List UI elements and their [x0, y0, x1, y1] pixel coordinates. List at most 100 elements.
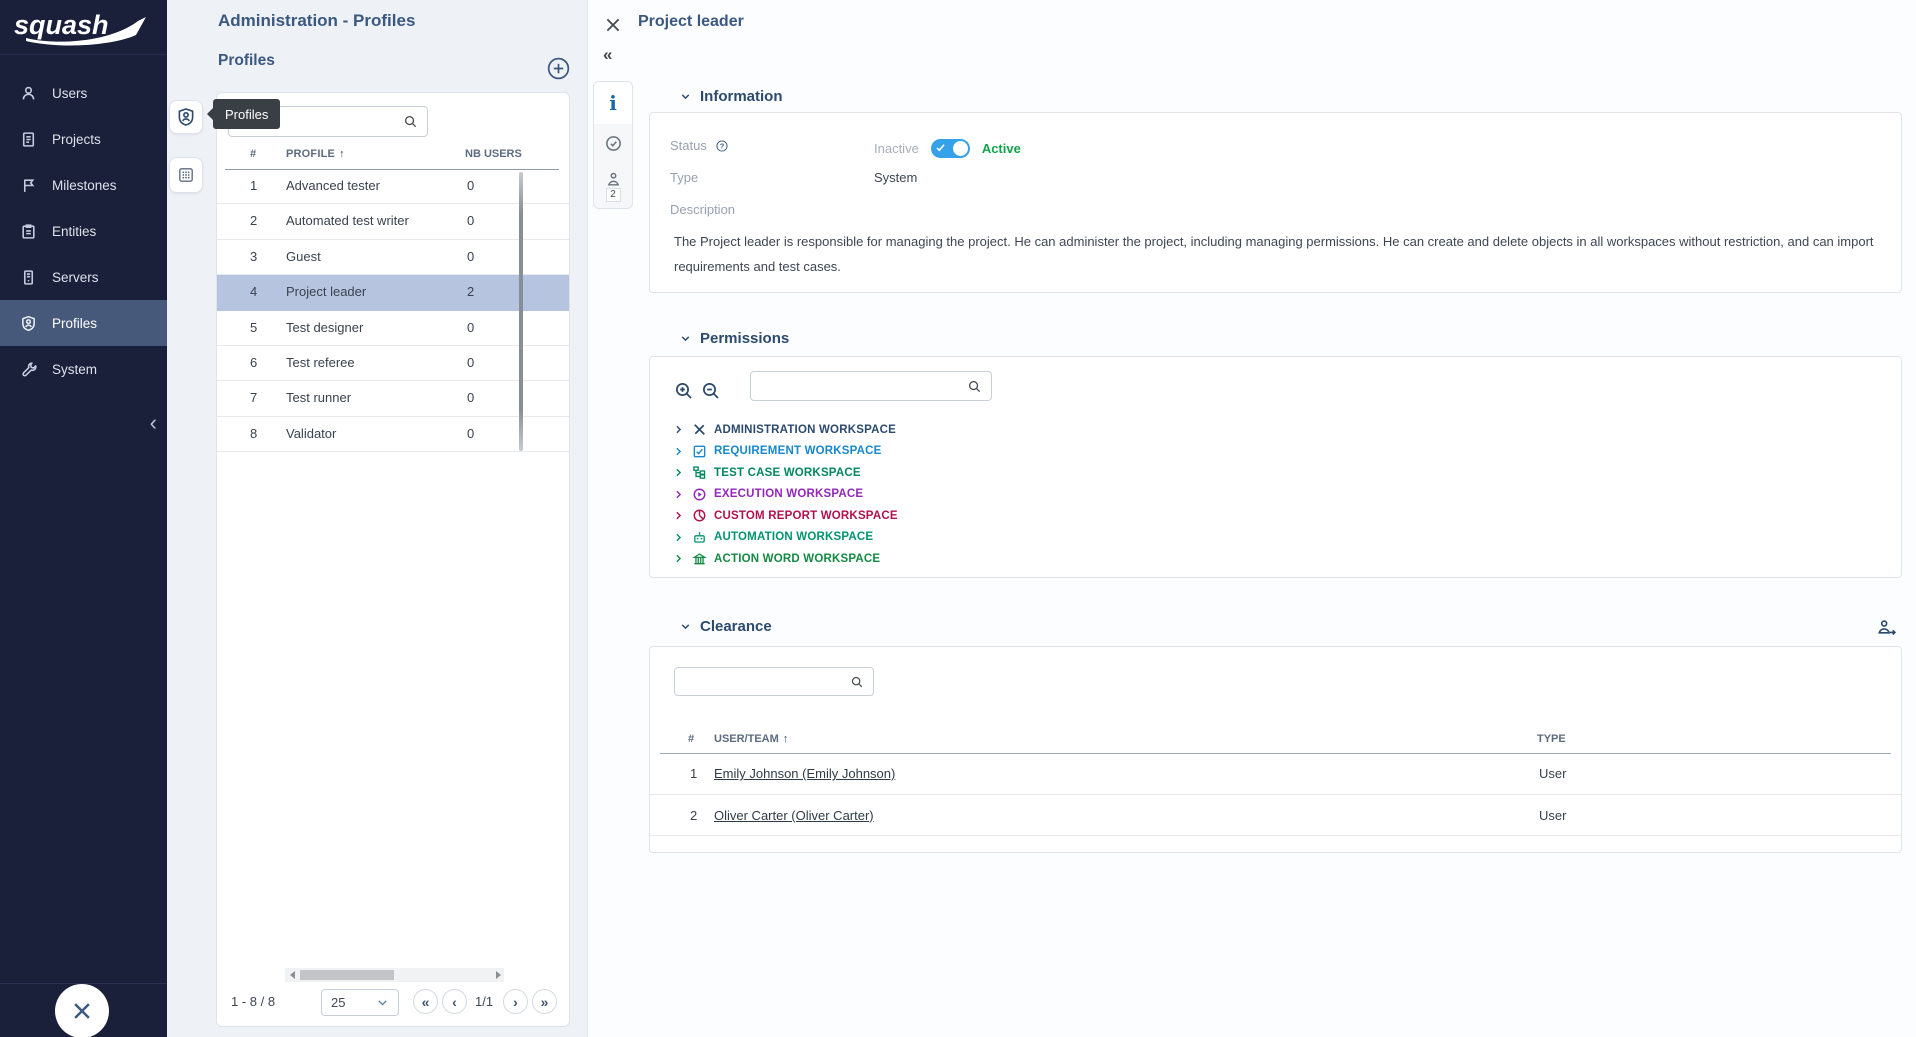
- chevron-right-icon[interactable]: [672, 552, 685, 565]
- table-row[interactable]: 5Test designer0: [217, 311, 569, 346]
- next-page-button[interactable]: ›: [503, 989, 528, 1014]
- toggle-knob: [953, 141, 968, 156]
- add-profile-button[interactable]: [546, 56, 571, 81]
- scroll-left-icon[interactable]: [285, 968, 299, 982]
- pie-chart-icon: [692, 508, 707, 523]
- help-icon[interactable]: ?: [715, 139, 729, 153]
- sidebar-item-servers[interactable]: Servers: [0, 254, 167, 300]
- clearance-section-header[interactable]: Clearance: [679, 618, 772, 635]
- scroll-right-icon[interactable]: [496, 971, 501, 979]
- table-row[interactable]: 8Validator0: [217, 417, 569, 452]
- sidebar-item-projects[interactable]: Projects: [0, 116, 167, 162]
- sidebar-item-entities[interactable]: Entities: [0, 208, 167, 254]
- sidebar-item-label: Profiles: [52, 316, 97, 331]
- clearance-search-input[interactable]: [675, 674, 850, 689]
- user-link[interactable]: Emily Johnson (Emily Johnson): [714, 766, 895, 781]
- chevron-right-icon[interactable]: [672, 466, 685, 479]
- play-circle-icon: [692, 487, 707, 502]
- col-num[interactable]: #: [250, 148, 256, 160]
- add-user-icon: [1876, 618, 1897, 637]
- detail-tab-rail: i 2: [593, 81, 633, 209]
- col-user-team[interactable]: USER/TEAM↑: [714, 733, 788, 745]
- close-admin-button[interactable]: [55, 984, 109, 1037]
- grid-icon: [177, 166, 195, 184]
- chevron-right-icon[interactable]: [672, 509, 685, 522]
- collapse-panel-icon[interactable]: «: [603, 45, 612, 65]
- expand-all-button[interactable]: [674, 381, 694, 406]
- col-num[interactable]: #: [688, 733, 694, 745]
- squash-logo-image: squash: [8, 5, 158, 49]
- first-page-button[interactable]: «: [413, 989, 438, 1014]
- sidebar-item-milestones[interactable]: Milestones: [0, 162, 167, 208]
- pagination-range: 1 - 8 / 8: [231, 994, 275, 1009]
- col-type[interactable]: TYPE: [1537, 733, 1566, 745]
- flag-icon: [20, 177, 37, 194]
- tree-zoom-controls: [674, 381, 721, 406]
- table-row: 1 Emily Johnson (Emily Johnson) User: [650, 753, 1901, 795]
- sidebar-item-label: Users: [52, 86, 87, 101]
- clearance-card: # USER/TEAM↑ TYPE 1 Emily Johnson (Emily…: [649, 646, 1902, 853]
- chevron-right-icon[interactable]: [672, 423, 685, 436]
- table-row[interactable]: 1Advanced tester0: [217, 169, 569, 204]
- table-row[interactable]: 3Guest0: [217, 240, 569, 275]
- sidebar-item-profiles[interactable]: Profiles: [0, 300, 167, 346]
- col-nb-users[interactable]: NB USERS: [465, 148, 522, 160]
- col-profile[interactable]: PROFILE↑: [286, 148, 345, 160]
- table-row[interactable]: 7Test runner0: [217, 381, 569, 416]
- sidebar-item-label: Projects: [52, 132, 101, 147]
- tree-item-execution: EXECUTION WORKSPACE: [672, 484, 898, 506]
- status-value: Inactive Active: [874, 139, 1021, 158]
- tab-permissions[interactable]: [594, 124, 632, 162]
- squash-logo[interactable]: squash: [0, 0, 167, 55]
- type-value: System: [874, 170, 917, 185]
- zoom-out-icon: [701, 381, 721, 401]
- sidebar-item-system[interactable]: System: [0, 346, 167, 392]
- grid-view-tab[interactable]: [169, 157, 203, 193]
- chevron-down-icon: [679, 332, 692, 345]
- clipboard-icon: [20, 223, 37, 240]
- table-row-selected[interactable]: 4Project leader2: [217, 275, 569, 310]
- sidebar-item-label: Milestones: [52, 178, 117, 193]
- wrench-icon: [20, 361, 37, 378]
- table-row[interactable]: 2Automated test writer0: [217, 204, 569, 239]
- tree-item-action-word: ACTION WORD WORKSPACE: [672, 548, 898, 570]
- vertical-scrollbar[interactable]: [519, 172, 523, 451]
- checkbox-icon: [692, 444, 707, 459]
- last-page-button[interactable]: »: [532, 989, 557, 1014]
- chevron-right-icon[interactable]: [672, 531, 685, 544]
- information-section-header[interactable]: Information: [679, 88, 783, 105]
- horizontal-scrollbar[interactable]: [285, 968, 504, 982]
- profiles-table-card: # PROFILE↑ NB USERS 1Advanced tester0 2A…: [216, 92, 570, 1027]
- table-row[interactable]: 6Test referee0: [217, 346, 569, 381]
- chevron-right-icon[interactable]: [672, 445, 685, 458]
- table-row: 2 Oliver Carter (Oliver Carter) User: [650, 795, 1901, 837]
- profiles-table-body: 1Advanced tester0 2Automated test writer…: [217, 169, 569, 452]
- tab-clearance[interactable]: 2: [594, 162, 632, 208]
- chevron-right-icon[interactable]: [672, 488, 685, 501]
- add-clearance-user-button[interactable]: [1876, 618, 1897, 642]
- app-root: squash Users Projects Milestones Entitie…: [0, 0, 1916, 1037]
- chevron-down-icon: [679, 90, 692, 103]
- search-icon: [850, 675, 864, 689]
- tree-structure-icon: [692, 465, 707, 480]
- prev-page-button[interactable]: ‹: [442, 989, 467, 1014]
- page-size-select[interactable]: 25: [321, 989, 399, 1016]
- close-detail-button[interactable]: [604, 16, 624, 36]
- information-card: Status ? Inactive Active Type System Des…: [649, 112, 1902, 293]
- sidebar-item-users[interactable]: Users: [0, 70, 167, 116]
- page-title: Administration - Profiles: [218, 11, 415, 31]
- scrollbar-thumb[interactable]: [300, 970, 394, 980]
- permissions-section-header[interactable]: Permissions: [679, 330, 789, 347]
- search-icon: [967, 379, 982, 394]
- profiles-view-tab[interactable]: [169, 100, 203, 134]
- shield-user-icon: [20, 315, 37, 332]
- status-toggle[interactable]: [931, 139, 970, 158]
- info-icon: i: [609, 93, 617, 113]
- user-link[interactable]: Oliver Carter (Oliver Carter): [714, 808, 874, 823]
- clearance-search: [674, 667, 874, 696]
- permissions-search-input[interactable]: [751, 379, 967, 394]
- tab-information[interactable]: i: [594, 82, 632, 124]
- sidebar-collapse-icon[interactable]: ‹: [150, 412, 157, 434]
- page-indicator: 1/1: [475, 994, 493, 1009]
- collapse-all-button[interactable]: [701, 381, 721, 406]
